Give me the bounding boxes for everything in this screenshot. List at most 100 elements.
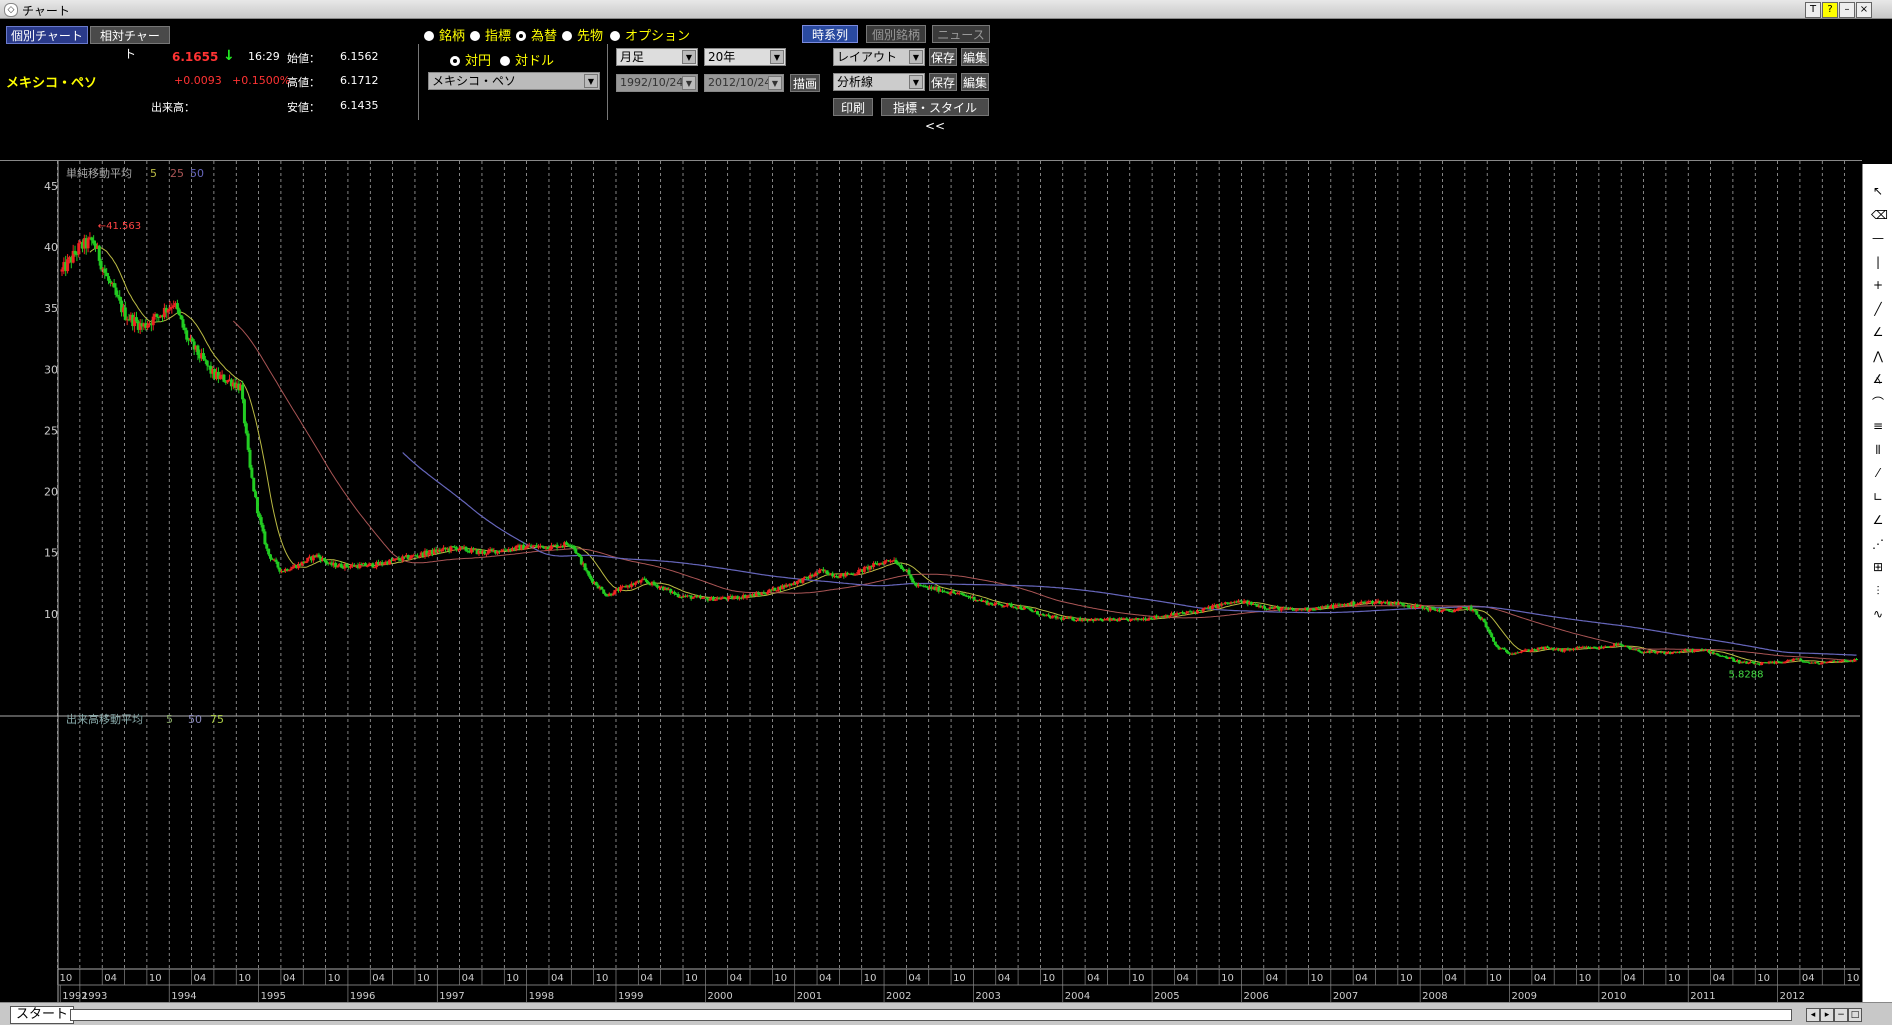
channel-icon[interactable]: ≡ (1871, 419, 1885, 433)
indicator-style-button[interactable]: 指標・スタイル<< (881, 98, 989, 133)
text-mode-icon[interactable]: T (1805, 2, 1821, 18)
tab-relative-chart[interactable]: 相対チャート (90, 26, 170, 61)
year-tick-label: 2003 (975, 991, 1000, 1002)
candle-body (1715, 653, 1719, 655)
candle-body (1168, 615, 1172, 618)
candle-body (484, 553, 488, 555)
year-tick-label: 2008 (1422, 991, 1447, 1002)
horizontal-line-icon[interactable]: — (1871, 231, 1885, 245)
cycle-icon[interactable]: ⊞ (1871, 560, 1885, 574)
candle-body (382, 563, 386, 565)
zoom-out-icon[interactable]: − (1834, 1008, 1848, 1022)
candle-body (998, 603, 1002, 605)
parallel-icon[interactable]: ⫴ (1871, 443, 1885, 457)
candle-body (600, 587, 604, 590)
period-select[interactable]: 月足 ▼ (616, 48, 698, 66)
candle-body (883, 561, 887, 565)
pitchfork-icon[interactable]: ⫶ (1871, 584, 1885, 598)
instrument-select[interactable]: メキシコ・ペソ ▼ (428, 72, 600, 90)
volume-ma-legend-label: 5 (166, 713, 173, 726)
radio-vs-yen[interactable]: 対円 (450, 50, 491, 69)
candle-body (244, 423, 248, 434)
cursor-icon[interactable]: ↖ (1871, 184, 1885, 198)
radio-forex[interactable]: 為替 (516, 25, 557, 44)
ray-icon[interactable]: ⁄ (1871, 466, 1885, 480)
draw-button[interactable]: 描画 (790, 74, 820, 92)
candle-body (457, 549, 461, 551)
candle-body (1009, 603, 1013, 608)
minimize-icon[interactable]: – (1839, 2, 1855, 18)
y-tick-label: 30 (44, 363, 58, 376)
end-date-select[interactable]: 2012/10/24 ▼ (704, 74, 784, 92)
ma-legend-label: 5 (150, 167, 157, 180)
vertical-line-icon[interactable]: | (1871, 255, 1885, 269)
candle-body (257, 513, 261, 518)
eraser-icon[interactable]: ⌫ (1871, 208, 1888, 222)
timeseries-button[interactable]: 時系列 (802, 25, 858, 43)
candle-body (408, 557, 412, 560)
candle-body (1263, 606, 1267, 609)
radio-vs-dollar[interactable]: 対ドル (500, 50, 554, 69)
candle-body (1354, 604, 1358, 606)
fibonacci-fan-icon[interactable]: ⋀ (1871, 349, 1885, 363)
layout-select[interactable]: レイアウト ▼ (833, 48, 925, 66)
radio-stock[interactable]: 銘柄 (424, 25, 465, 44)
radio-options[interactable]: オプション (610, 25, 690, 44)
candle-body (185, 330, 189, 340)
candle-body (585, 570, 589, 572)
candle-body (183, 327, 187, 331)
speed-line-icon[interactable]: ∠ (1871, 513, 1885, 527)
candle-body (732, 597, 736, 599)
regression-icon[interactable]: ⋰ (1871, 537, 1885, 551)
chart-panel[interactable]: 10 10 04 10 04 10 04 10 04 10 04 10 04 10 04 10 04 10 04 10… (0, 160, 1862, 1003)
month-tick-label: 04 (1087, 973, 1100, 984)
layout-save-button[interactable]: 保存 (929, 48, 957, 66)
fan-icon[interactable]: ∠ (1871, 325, 1885, 339)
start-button[interactable]: スタート (10, 1006, 75, 1024)
radio-futures[interactable]: 先物 (562, 25, 603, 44)
radio-index[interactable]: 指標 (470, 25, 511, 44)
layout-edit-button[interactable]: 編集 (961, 48, 989, 66)
analysis-save-button[interactable]: 保存 (929, 73, 957, 91)
candle-body (363, 563, 367, 566)
wave-icon[interactable]: ∿ (1871, 607, 1885, 621)
price-chart[interactable]: 10 10 04 10 04 10 04 10 04 10 04 10 04 10 04 10 04 10 04 10… (0, 161, 1862, 1003)
gann-icon[interactable]: ∟ (1871, 490, 1885, 504)
close-icon[interactable]: × (1856, 2, 1872, 18)
month-tick-label: 04 (283, 973, 296, 984)
candle-body (222, 374, 226, 382)
candle-body (278, 567, 282, 572)
candle-body (1184, 612, 1188, 614)
analysis-select[interactable]: 分析線 ▼ (833, 73, 925, 91)
candle-body (1151, 618, 1155, 620)
candle-body (1104, 619, 1108, 621)
candle-body (118, 296, 122, 301)
crosshair-icon[interactable]: + (1871, 278, 1885, 292)
candle-body (1458, 608, 1462, 610)
range-select[interactable]: 20年 ▼ (704, 48, 786, 66)
zoom-in-icon[interactable]: □ (1848, 1008, 1862, 1022)
tab-individual-chart[interactable]: 個別チャート (6, 26, 88, 44)
candle-body (90, 237, 94, 241)
down-arrow-icon: ↓ (223, 48, 235, 64)
news-button[interactable]: ニュース (932, 25, 990, 43)
trendline-icon[interactable]: ╱ (1871, 302, 1885, 316)
analysis-edit-button[interactable]: 編集 (961, 73, 989, 91)
print-button[interactable]: 印刷 (833, 98, 873, 116)
horizontal-scrollbar[interactable] (70, 1009, 1792, 1021)
individual-detail-button[interactable]: 個別銘柄 (866, 25, 926, 43)
candle-body (179, 315, 183, 320)
window-title: チャート (22, 4, 70, 18)
help-icon[interactable]: ? (1822, 2, 1838, 18)
fibonacci-retracement-icon[interactable]: ∡ (1871, 372, 1885, 386)
candle-body (170, 307, 174, 309)
year-tick-label: 2009 (1512, 991, 1537, 1002)
candle-body (317, 554, 321, 557)
start-date-select[interactable]: 1992/10/24 ▼ (616, 74, 698, 92)
scroll-left-icon[interactable]: ◂ (1806, 1008, 1820, 1022)
y-tick-label: 10 (44, 608, 58, 621)
candle-body (246, 433, 250, 450)
scroll-right-icon[interactable]: ▸ (1820, 1008, 1834, 1022)
arc-icon[interactable]: ⌒ (1871, 396, 1885, 410)
month-tick-label: 04 (1355, 973, 1368, 984)
